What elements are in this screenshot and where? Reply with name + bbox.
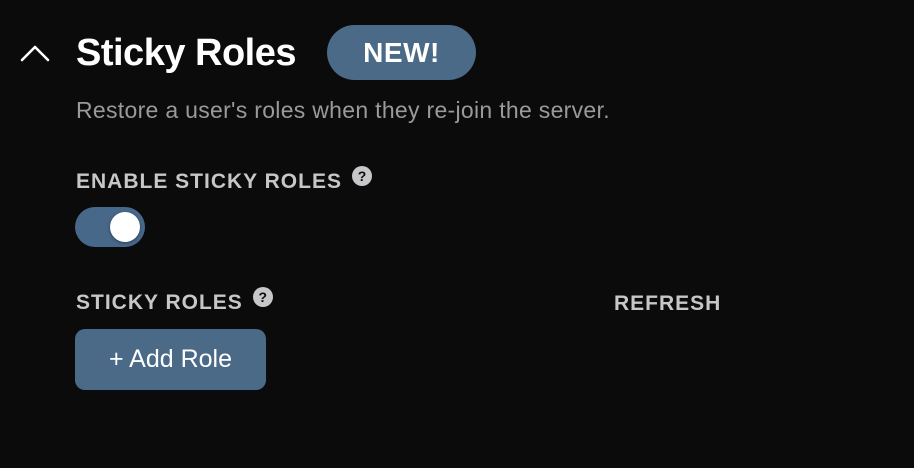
- chevron-up-icon: [20, 45, 50, 62]
- help-icon[interactable]: ?: [252, 287, 273, 307]
- new-badge: NEW!: [327, 25, 476, 80]
- section-title: Sticky Roles: [76, 32, 297, 74]
- enable-sticky-roles-label-text: ENABLE STICKY ROLES: [76, 170, 342, 193]
- sticky-roles-label: STICKY ROLES ?: [76, 287, 273, 317]
- help-icon[interactable]: ?: [351, 166, 372, 186]
- add-role-button[interactable]: + Add Role: [75, 329, 266, 390]
- collapse-section-button[interactable]: [16, 34, 54, 72]
- refresh-button[interactable]: REFRESH: [614, 290, 721, 318]
- toggle-knob: [110, 212, 140, 242]
- sticky-roles-label-text: STICKY ROLES: [76, 291, 243, 314]
- sticky-roles-panel: Sticky Roles NEW! Restore a user's roles…: [0, 0, 914, 468]
- enable-sticky-roles-toggle[interactable]: [75, 207, 145, 247]
- enable-sticky-roles-label: ENABLE STICKY ROLES ?: [76, 166, 372, 196]
- section-description: Restore a user's roles when they re-join…: [76, 97, 610, 123]
